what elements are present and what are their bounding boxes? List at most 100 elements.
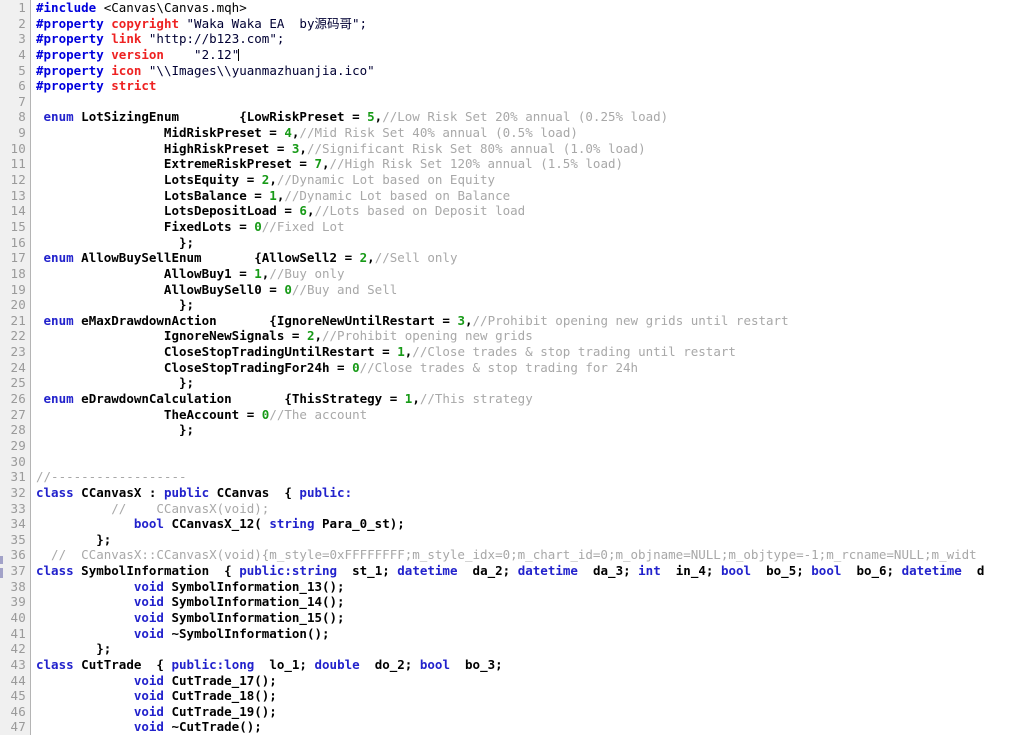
code-line[interactable]: 38 void SymbolInformation_13(); [0,579,1024,595]
code-line[interactable]: 12 LotsEquity = 2,//Dynamic Lot based on… [0,172,1024,188]
code-line-text[interactable]: void ~SymbolInformation(); [36,626,1024,642]
code-line[interactable]: 34 bool CCanvasX_12( string Para_0_st); [0,516,1024,532]
code-line[interactable]: 5#property icon "\\Images\\yuanmazhuanji… [0,63,1024,79]
code-line-text[interactable]: IgnoreNewSignals = 2,//Prohibit opening … [36,328,1024,344]
code-line-text[interactable]: #property strict [36,78,1024,94]
code-line-text[interactable]: void CutTrade_18(); [36,688,1024,704]
line-number: 46 [0,704,30,720]
code-line-text[interactable]: class CutTrade { public:long lo_1; doubl… [36,657,1024,673]
code-line[interactable]: 17 enum AllowBuySellEnum {AllowSell2 = 2… [0,250,1024,266]
code-line[interactable]: 15 FixedLots = 0//Fixed Lot [0,219,1024,235]
code-line[interactable]: 42 }; [0,641,1024,657]
code-line-text[interactable]: enum AllowBuySellEnum {AllowSell2 = 2,//… [36,250,1024,266]
code-line-text[interactable]: LotsEquity = 2,//Dynamic Lot based on Eq… [36,172,1024,188]
code-line-text[interactable]: void SymbolInformation_13(); [36,579,1024,595]
code-line-text[interactable]: enum eDrawdownCalculation {ThisStrategy … [36,391,1024,407]
code-line-text[interactable]: #include <Canvas\Canvas.mqh> [36,0,1024,16]
code-line[interactable]: 26 enum eDrawdownCalculation {ThisStrate… [0,391,1024,407]
code-line[interactable]: 32class CCanvasX : public CCanvas { publ… [0,485,1024,501]
code-line-text[interactable]: void SymbolInformation_15(); [36,610,1024,626]
code-line[interactable]: 13 LotsBalance = 1,//Dynamic Lot based o… [0,188,1024,204]
code-line[interactable]: 4#property version "2.12" [0,47,1024,63]
code-line[interactable]: 44 void CutTrade_17(); [0,673,1024,689]
code-line[interactable]: 39 void SymbolInformation_14(); [0,594,1024,610]
code-line[interactable]: 45 void CutTrade_18(); [0,688,1024,704]
code-line[interactable]: 33 // CCanvasX(void); [0,501,1024,517]
code-line[interactable]: 9 MidRiskPreset = 4,//Mid Risk Set 40% a… [0,125,1024,141]
code-line[interactable]: 30 [0,454,1024,470]
code-line-text[interactable]: // CCanvasX::CCanvasX(void){m_style=0xFF… [36,547,1024,563]
code-line-text[interactable]: AllowBuySell0 = 0//Buy and Sell [36,282,1024,298]
code-line-text[interactable]: }; [36,641,1024,657]
code-line-text[interactable]: AllowBuy1 = 1,//Buy only [36,266,1024,282]
code-line-text[interactable]: LotsDepositLoad = 6,//Lots based on Depo… [36,203,1024,219]
code-line-text[interactable]: //------------------ [36,469,1024,485]
code-line-text[interactable]: enum eMaxDrawdownAction {IgnoreNewUntilR… [36,313,1024,329]
code-line-text[interactable]: #property version "2.12" [36,47,1024,63]
code-line[interactable]: 25 }; [0,375,1024,391]
code-line[interactable]: 29 [0,438,1024,454]
code-line-text[interactable]: TheAccount = 0//The account [36,407,1024,423]
code-line[interactable]: 46 void CutTrade_19(); [0,704,1024,720]
code-line[interactable]: 7 [0,94,1024,110]
code-line-text[interactable]: // CCanvasX(void); [36,501,1024,517]
code-line[interactable]: 1#include <Canvas\Canvas.mqh> [0,0,1024,16]
line-number: 22 [0,328,30,344]
code-line-text[interactable]: }; [36,532,1024,548]
code-line[interactable]: 40 void SymbolInformation_15(); [0,610,1024,626]
code-line-text[interactable]: FixedLots = 0//Fixed Lot [36,219,1024,235]
code-line[interactable]: 8 enum LotSizingEnum {LowRiskPreset = 5,… [0,109,1024,125]
code-line[interactable]: 43class CutTrade { public:long lo_1; dou… [0,657,1024,673]
code-line-text[interactable]: }; [36,375,1024,391]
code-token [36,626,134,641]
code-line[interactable]: 36 // CCanvasX::CCanvasX(void){m_style=0… [0,547,1024,563]
code-line-text[interactable]: }; [36,422,1024,438]
code-line[interactable]: 10 HighRiskPreset = 3,//Significant Risk… [0,141,1024,157]
code-line[interactable]: 20 }; [0,297,1024,313]
gutter-separator [30,594,31,610]
code-line[interactable]: 21 enum eMaxDrawdownAction {IgnoreNewUnt… [0,313,1024,329]
code-line[interactable]: 3#property link "http://b123.com"; [0,31,1024,47]
code-line[interactable]: 11 ExtremeRiskPreset = 7,//High Risk Set… [0,156,1024,172]
line-number: 37 [0,563,30,579]
code-line[interactable]: 14 LotsDepositLoad = 6,//Lots based on D… [0,203,1024,219]
code-line[interactable]: 23 CloseStopTradingUntilRestart = 1,//Cl… [0,344,1024,360]
code-line[interactable]: 37 class SymbolInformation { public:strin… [0,563,1024,579]
code-line[interactable]: 19 AllowBuySell0 = 0//Buy and Sell [0,282,1024,298]
code-line[interactable]: 31//------------------ [0,469,1024,485]
code-line-text[interactable]: #property copyright "Waka Waka EA by源码哥"… [36,16,1024,32]
code-line[interactable]: 35 }; [0,532,1024,548]
code-line[interactable]: 28 }; [0,422,1024,438]
code-line-text[interactable]: enum LotSizingEnum {LowRiskPreset = 5,//… [36,109,1024,125]
code-line-text[interactable]: }; [36,235,1024,251]
gutter-separator [30,94,31,110]
code-line-text[interactable]: ExtremeRiskPreset = 7,//High Risk Set 12… [36,156,1024,172]
code-line[interactable]: 2#property copyright "Waka Waka EA by源码哥… [0,16,1024,32]
code-line-text[interactable]: #property link "http://b123.com"; [36,31,1024,47]
code-line-text[interactable]: #property icon "\\Images\\yuanmazhuanjia… [36,63,1024,79]
code-line-text[interactable]: CloseStopTradingUntilRestart = 1,//Close… [36,344,1024,360]
code-line[interactable]: 27 TheAccount = 0//The account [0,407,1024,423]
code-line-text[interactable]: }; [36,297,1024,313]
code-line[interactable]: 18 AllowBuy1 = 1,//Buy only [0,266,1024,282]
code-line-text[interactable]: bool CCanvasX_12( string Para_0_st); [36,516,1024,532]
code-line-text[interactable]: class SymbolInformation { public:string … [36,563,1024,579]
code-line-text[interactable]: void SymbolInformation_14(); [36,594,1024,610]
code-line[interactable]: 16 }; [0,235,1024,251]
code-line[interactable]: 47 void ~CutTrade(); [0,719,1024,735]
code-line-text[interactable]: class CCanvasX : public CCanvas { public… [36,485,1024,501]
code-line-text[interactable]: MidRiskPreset = 4,//Mid Risk Set 40% ann… [36,125,1024,141]
code-line-text[interactable]: LotsBalance = 1,//Dynamic Lot based on B… [36,188,1024,204]
code-line[interactable]: 22 IgnoreNewSignals = 2,//Prohibit openi… [0,328,1024,344]
code-line-text[interactable]: CloseStopTradingFor24h = 0//Close trades… [36,360,1024,376]
code-text-area[interactable]: 1#include <Canvas\Canvas.mqh>2#property … [0,0,1024,740]
line-number: 15 [0,219,30,235]
code-line[interactable]: 6#property strict [0,78,1024,94]
code-editor[interactable]: 1#include <Canvas\Canvas.mqh>2#property … [0,0,1024,740]
code-line-text[interactable]: void CutTrade_17(); [36,673,1024,689]
code-line-text[interactable]: void CutTrade_19(); [36,704,1024,720]
code-line-text[interactable]: HighRiskPreset = 3,//Significant Risk Se… [36,141,1024,157]
code-line[interactable]: 41 void ~SymbolInformation(); [0,626,1024,642]
code-line-text[interactable]: void ~CutTrade(); [36,719,1024,735]
code-line[interactable]: 24 CloseStopTradingFor24h = 0//Close tra… [0,360,1024,376]
